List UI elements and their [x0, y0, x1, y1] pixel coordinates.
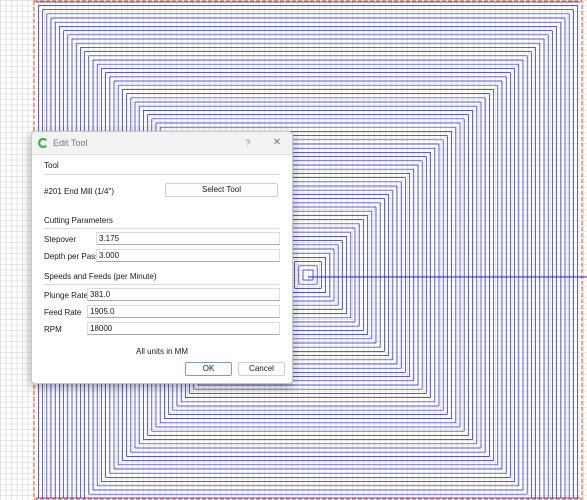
cutting-section-divider [44, 228, 279, 229]
app-logo-icon [38, 138, 48, 148]
rpm-field[interactable]: 18000 [87, 322, 280, 335]
dialog-titlebar[interactable]: Edit Tool ? ✕ [32, 132, 292, 155]
depth-per-pass-label: Depth per Pass [44, 252, 100, 261]
depth-per-pass-field[interactable]: 3.000 [96, 249, 280, 262]
stepover-label: Stepover [44, 235, 77, 244]
speeds-section-divider [44, 284, 279, 285]
cutting-section-title: Cutting Parameters [44, 216, 113, 225]
units-note: All units in MM [135, 347, 188, 356]
select-tool-button[interactable]: Select Tool [165, 183, 278, 197]
ok-button[interactable]: OK [185, 362, 232, 376]
feed-rate-label: Feed Rate [44, 308, 82, 317]
plunge-rate-label: Plunge Rate [44, 291, 89, 300]
speeds-section-title: Speeds and Feeds (per Minute) [44, 272, 157, 281]
tool-section-divider [44, 174, 279, 175]
tool-section-title: Tool [44, 161, 59, 170]
dialog-title: Edit Tool [53, 138, 88, 148]
help-icon[interactable]: ? [241, 136, 255, 150]
cancel-button[interactable]: Cancel [238, 362, 285, 376]
close-icon[interactable]: ✕ [270, 136, 284, 150]
rpm-label: RPM [44, 325, 62, 334]
feed-rate-field[interactable]: 1905.0 [87, 305, 280, 318]
edit-tool-dialog: Edit Tool ? ✕ Tool #201 End Mill (1/4") … [31, 131, 293, 384]
tool-name: #201 End Mill (1/4") [44, 187, 114, 196]
stepover-field[interactable]: 3.175 [96, 232, 280, 245]
plunge-rate-field[interactable]: 381.0 [87, 288, 280, 301]
